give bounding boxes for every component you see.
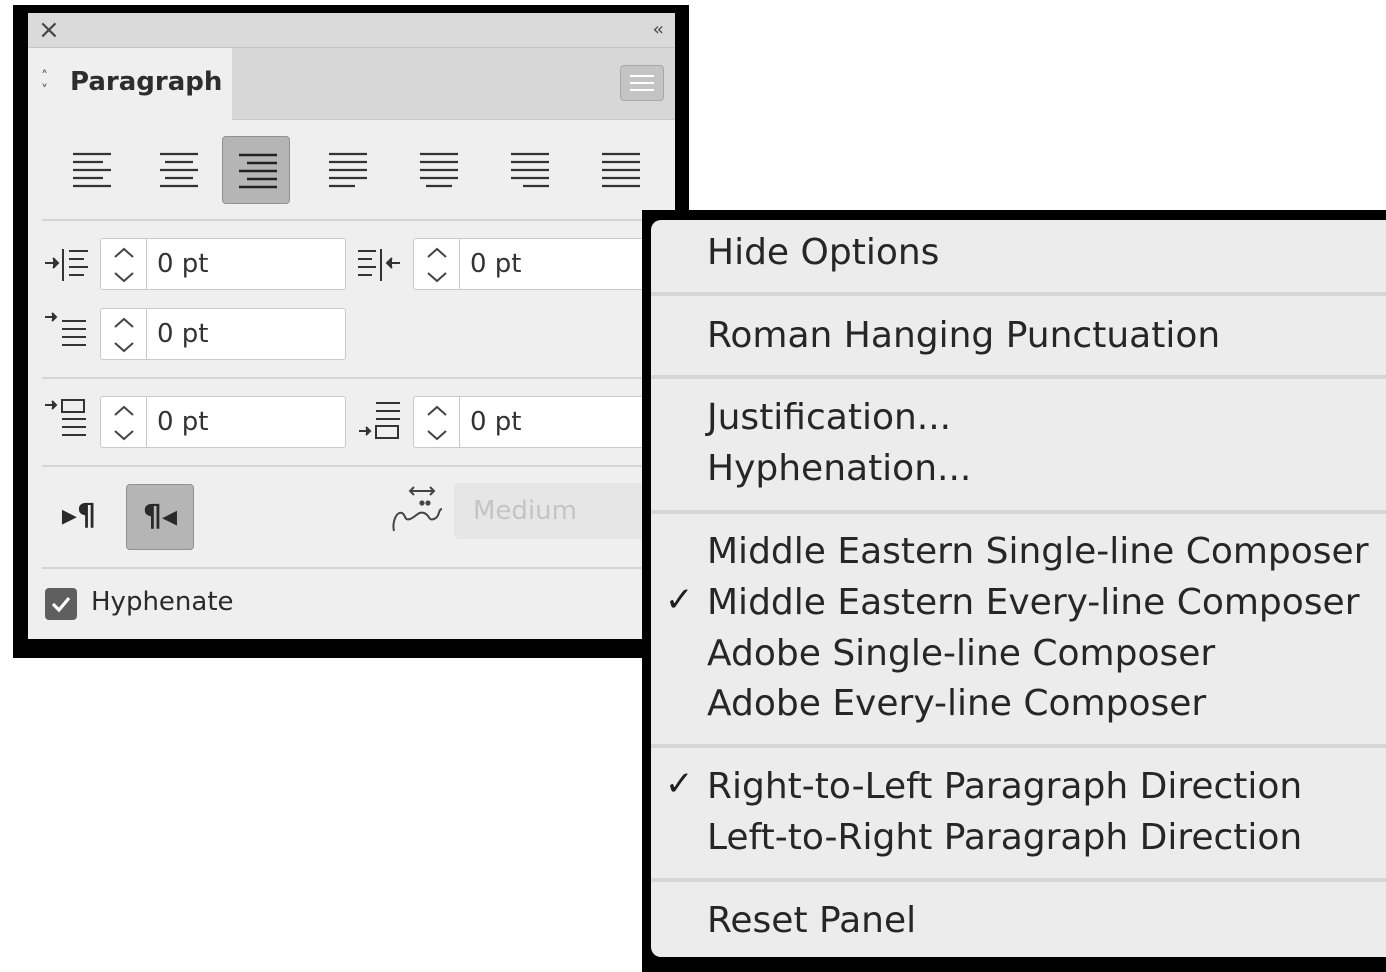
- hamburger-menu-icon: [630, 75, 654, 77]
- divider: [42, 465, 675, 467]
- align-left-button[interactable]: [57, 136, 125, 204]
- kashida-icon: [392, 486, 443, 532]
- hyphenate-label[interactable]: Hyphenate: [91, 587, 234, 617]
- stepper-arrows-icon: [427, 247, 447, 283]
- left-indent-stepper[interactable]: [100, 238, 146, 290]
- menu-item-justification[interactable]: Justification...: [707, 397, 951, 438]
- space-after-stepper[interactable]: [413, 396, 459, 448]
- first-line-indent-icon: [45, 312, 86, 346]
- menu-separator: [651, 375, 1386, 379]
- space-before-input[interactable]: 0 pt: [146, 396, 346, 448]
- left-indent-input[interactable]: 0 pt: [146, 238, 346, 290]
- checkmark-icon: [51, 596, 71, 613]
- first-line-indent-stepper[interactable]: [100, 308, 146, 360]
- tab-label: Paragraph: [70, 67, 223, 97]
- align-right-button[interactable]: [222, 136, 290, 204]
- justify-last-left-icon: [329, 152, 367, 188]
- divider: [42, 377, 675, 379]
- align-center-button[interactable]: [144, 136, 212, 204]
- panel-titlebar: × ‹‹: [28, 13, 675, 48]
- menu-separator: [651, 510, 1386, 514]
- tab-paragraph[interactable]: ˄ ˅ Paragraph: [28, 48, 232, 120]
- tab-expand-icon[interactable]: ˄ ˅: [41, 70, 48, 98]
- divider: [42, 219, 675, 221]
- justify-last-right-icon: [511, 152, 549, 188]
- menu-item-reset-panel[interactable]: Reset Panel: [707, 900, 916, 941]
- menu-item-hyphenation[interactable]: Hyphenation...: [707, 448, 971, 489]
- justify-last-center-icon: [420, 152, 458, 188]
- menu-separator: [651, 878, 1386, 882]
- align-right-icon: [239, 153, 277, 189]
- space-before-stepper[interactable]: [100, 396, 146, 448]
- stepper-arrows-icon: [114, 317, 134, 353]
- panel-tab-row: ˄ ˅ Paragraph: [28, 48, 675, 120]
- menu-item-hide-options[interactable]: Hide Options: [707, 232, 939, 273]
- stepper-arrows-icon: [427, 405, 447, 441]
- first-line-indent-input[interactable]: 0 pt: [146, 308, 346, 360]
- right-indent-stepper[interactable]: [413, 238, 459, 290]
- menu-item-adobe-single-line-composer[interactable]: Adobe Single-line Composer: [707, 633, 1215, 674]
- align-left-icon: [73, 152, 111, 188]
- ltr-direction-button[interactable]: ▸¶: [45, 484, 113, 550]
- menu-item-ltr-paragraph-direction[interactable]: Left-to-Right Paragraph Direction: [707, 817, 1302, 858]
- justify-last-left-button[interactable]: [313, 136, 381, 204]
- right-indent-icon: [358, 249, 400, 281]
- checkmark-icon: ✓: [665, 764, 694, 804]
- menu-item-rtl-paragraph-direction[interactable]: Right-to-Left Paragraph Direction: [707, 766, 1302, 807]
- menu-item-me-every-line-composer[interactable]: Middle Eastern Every-line Composer: [707, 582, 1360, 623]
- kashida-value: Medium: [473, 496, 577, 526]
- hyphenate-checkbox[interactable]: [45, 588, 77, 620]
- divider: [42, 567, 675, 569]
- justify-all-button[interactable]: [586, 136, 654, 204]
- collapse-icon[interactable]: ‹‹: [653, 17, 665, 43]
- menu-separator: [651, 744, 1386, 748]
- justify-last-center-button[interactable]: [404, 136, 472, 204]
- space-after-icon: [359, 402, 400, 439]
- stepper-arrows-icon: [114, 247, 134, 283]
- justify-all-icon: [602, 152, 640, 188]
- panel-menu-button[interactable]: [620, 65, 664, 101]
- paragraph-panel: × ‹‹ ˄ ˅ Paragraph 0 pt 0 pt 0 pt 0 pt 0…: [28, 13, 675, 639]
- left-indent-icon: [45, 249, 88, 281]
- stepper-arrows-icon: [114, 405, 134, 441]
- menu-separator: [651, 292, 1386, 296]
- rtl-direction-button[interactable]: ¶◂: [126, 484, 194, 550]
- space-before-icon: [45, 399, 86, 436]
- menu-item-me-single-line-composer[interactable]: Middle Eastern Single-line Composer: [707, 531, 1369, 572]
- menu-item-adobe-every-line-composer[interactable]: Adobe Every-line Composer: [707, 683, 1206, 724]
- align-center-icon: [160, 152, 198, 188]
- menu-item-roman-hanging-punctuation[interactable]: Roman Hanging Punctuation: [707, 315, 1220, 356]
- justify-last-right-button[interactable]: [495, 136, 563, 204]
- checkmark-icon: ✓: [665, 580, 694, 620]
- close-icon[interactable]: ×: [38, 15, 60, 45]
- panel-flyout-menu: Hide Options Roman Hanging Punctuation J…: [651, 220, 1386, 957]
